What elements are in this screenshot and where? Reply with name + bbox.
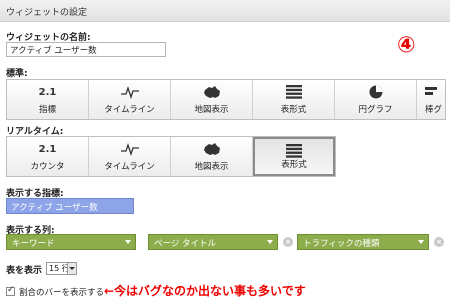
tile-label: 表形式 [281, 160, 307, 170]
tile-map[interactable]: 地図表示 [171, 137, 253, 176]
annotation-number: ④ [397, 33, 416, 58]
remove-column-icon[interactable]: × [434, 237, 444, 247]
tile-table[interactable]: 表形式 [253, 80, 335, 119]
tile-label: 指標 [38, 105, 56, 115]
tile-label: タイムライン [104, 105, 155, 115]
rows-select[interactable]: 15 行 [46, 262, 77, 275]
tile-label: 地図表示 [194, 162, 229, 172]
dialog-titlebar: ウィジェットの設定 [0, 0, 450, 22]
column-value: キーワード [12, 239, 55, 249]
number-icon: 2.1 [38, 86, 57, 98]
column-select-page-title[interactable]: ページ タイトル [148, 234, 278, 250]
column-value: ページ タイトル [154, 239, 217, 249]
column-value: トラフィックの種類 [303, 239, 380, 249]
standard-tiles: 2.1 指標 タイムライン 地図表示 表形式 円グラフ 棒グ [6, 79, 446, 120]
standard-label: 標準: [6, 69, 28, 79]
tile-map[interactable]: 地図表示 [171, 80, 253, 119]
chevron-down-icon [267, 240, 273, 244]
tile-label: 円グラフ [358, 105, 393, 115]
number-icon: 2.1 [38, 143, 57, 155]
percent-bar-label: 割合のバーを表示する [19, 288, 105, 298]
timeline-icon [89, 84, 170, 100]
column-select-keyword[interactable]: キーワード [6, 234, 136, 250]
tile-label: 棒グ [425, 105, 443, 115]
map-icon [171, 84, 252, 100]
chevron-down-icon [125, 240, 131, 244]
percent-bar-checkbox[interactable] [6, 285, 15, 296]
remove-column-icon[interactable]: × [283, 237, 293, 247]
chevron-down-icon [418, 240, 424, 244]
tile-label: 表形式 [280, 105, 307, 115]
widget-name-input[interactable]: アクティブ ユーザー数 [6, 42, 166, 57]
realtime-tiles: 2.1 カウンタ タイムライン 地図表示 表形式 [6, 136, 336, 177]
tile-label: カウンタ [30, 162, 65, 172]
tile-table-selected[interactable]: 表形式 [253, 137, 335, 176]
chevron-down-icon [67, 263, 76, 274]
pie-chart-icon [335, 84, 416, 100]
dialog-title: ウィジェットの設定 [6, 8, 88, 18]
tile-label: 地図表示 [194, 105, 229, 115]
table-icon [255, 143, 333, 159]
tile-timeline[interactable]: タイムライン [89, 137, 171, 176]
column-select-traffic-type[interactable]: トラフィックの種類 [297, 234, 429, 250]
tile-metric[interactable]: 2.1 指標 [7, 80, 89, 119]
tile-timeline[interactable]: タイムライン [89, 80, 171, 119]
bar-icon [417, 84, 445, 100]
table-icon [253, 84, 334, 100]
tile-bar[interactable]: 棒グ [417, 80, 445, 119]
timeline-icon [89, 141, 170, 157]
map-icon [171, 141, 252, 157]
tile-label: タイムライン [104, 162, 155, 172]
metric-chip[interactable]: アクティブ ユーザー数 [6, 198, 134, 214]
rows-label: 表を表示 [6, 266, 43, 276]
tile-pie[interactable]: 円グラフ [335, 80, 417, 119]
tile-counter[interactable]: 2.1 カウンタ [7, 137, 89, 176]
annotation-text: ←今はバグなのか出ない事も多いです [104, 284, 306, 298]
